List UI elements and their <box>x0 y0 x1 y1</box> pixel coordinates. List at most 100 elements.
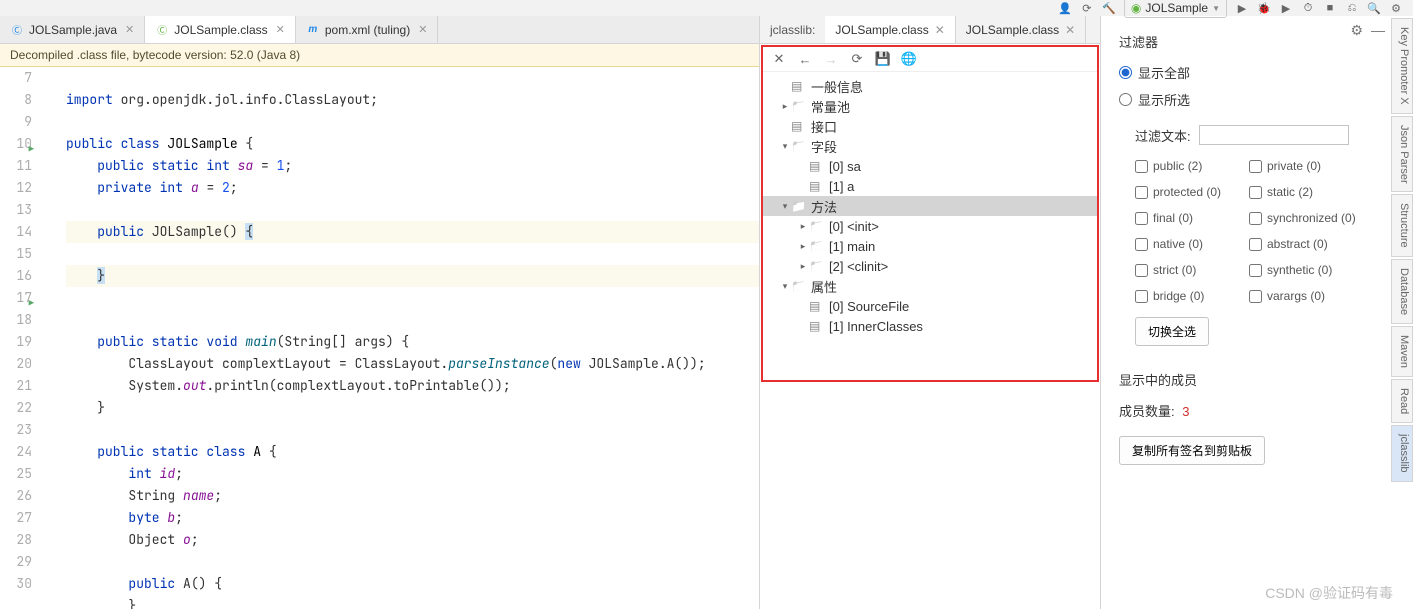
tree-row[interactable]: ▸ [2] <clinit> <box>763 256 1097 276</box>
tree-label: [1] InnerClasses <box>829 319 923 334</box>
modifier-check[interactable]: synchronized (0) <box>1249 211 1369 225</box>
code-content[interactable]: import org.openjdk.jol.info.ClassLayout;… <box>46 67 759 609</box>
check-input[interactable] <box>1135 290 1148 303</box>
forward-icon[interactable]: → <box>823 51 839 67</box>
check-input[interactable] <box>1249 160 1262 173</box>
tree-row[interactable]: [1] a <box>763 176 1097 196</box>
copy-signatures-button[interactable]: 复制所有签名到剪贴板 <box>1119 436 1265 465</box>
profile-icon[interactable]: ⏱ <box>1301 1 1315 15</box>
tab-jolsample-class[interactable]: Ⓒ JOLSample.class ✕ <box>145 16 296 43</box>
close-icon[interactable]: ✕ <box>935 23 945 37</box>
tree-row[interactable]: [0] SourceFile <box>763 296 1097 316</box>
check-input[interactable] <box>1249 290 1262 303</box>
side-tab[interactable]: Read <box>1391 379 1413 423</box>
minimize-icon[interactable]: — <box>1371 22 1385 39</box>
tab-pom-xml[interactable]: m pom.xml (tuling) ✕ <box>296 16 439 43</box>
check-input[interactable] <box>1135 238 1148 251</box>
code-editor[interactable]: 78910▶11121314151617▶1819202122232425262… <box>0 67 759 609</box>
debug-icon[interactable]: 🐞 <box>1257 1 1271 15</box>
expander-icon[interactable]: ▸ <box>797 241 809 252</box>
save-icon[interactable]: 💾 <box>875 51 891 67</box>
tree-row[interactable]: ▾ 字段 <box>763 136 1097 156</box>
gear-icon[interactable]: ⚙ <box>1350 22 1363 39</box>
side-tab[interactable]: Json Parser <box>1391 116 1413 193</box>
check-input[interactable] <box>1249 238 1262 251</box>
expander-icon[interactable]: ▸ <box>779 101 791 112</box>
tree-label: 方法 <box>811 197 837 216</box>
dropdown-icon: ▼ <box>1212 4 1220 13</box>
filter-text-row: 过滤文本: <box>1135 125 1401 145</box>
file-icon <box>809 179 825 193</box>
editor-tabs: Ⓒ JOLSample.java ✕ Ⓒ JOLSample.class ✕ m… <box>0 16 759 44</box>
coverage-icon[interactable]: ▶ <box>1279 1 1293 15</box>
modifier-check[interactable]: synthetic (0) <box>1249 263 1369 277</box>
git-icon[interactable]: ⎌ <box>1345 1 1359 15</box>
modifier-check[interactable]: private (0) <box>1249 159 1369 173</box>
folder-icon <box>791 139 807 153</box>
jclasslib-tab-0[interactable]: JOLSample.class✕ <box>825 16 955 43</box>
expander-icon[interactable]: ▸ <box>797 221 809 232</box>
check-input[interactable] <box>1249 212 1262 225</box>
close-icon[interactable]: ✕ <box>125 23 134 36</box>
class-tree[interactable]: 一般信息 ▸ 常量池 接口 ▾ 字段 [0] sa [1] a ▾ 方法 ▸ [… <box>763 72 1097 340</box>
close-icon[interactable]: ✕ <box>276 23 285 36</box>
tree-label: 字段 <box>811 137 837 156</box>
check-input[interactable] <box>1249 186 1262 199</box>
check-input[interactable] <box>1135 160 1148 173</box>
side-tab[interactable]: Structure <box>1391 194 1413 257</box>
radio-show-selected[interactable]: 显示所选 <box>1119 90 1401 109</box>
jclasslib-tabs: jclasslib: JOLSample.class✕ JOLSample.cl… <box>760 16 1100 44</box>
folder-icon <box>791 279 807 293</box>
tree-row[interactable]: ▸ [0] <init> <box>763 216 1097 236</box>
modifier-check[interactable]: abstract (0) <box>1249 237 1369 251</box>
modifier-check[interactable]: bridge (0) <box>1135 289 1245 303</box>
filter-text-input[interactable] <box>1199 125 1349 145</box>
expander-icon[interactable]: ▸ <box>797 261 809 272</box>
tree-row[interactable]: 接口 <box>763 116 1097 136</box>
radio-input[interactable] <box>1119 93 1132 106</box>
modifier-check[interactable]: static (2) <box>1249 185 1369 199</box>
run-icon[interactable]: ▶ <box>1235 1 1249 15</box>
check-input[interactable] <box>1135 212 1148 225</box>
hammer-icon[interactable]: 🔨 <box>1102 1 1116 15</box>
side-tab[interactable]: Maven <box>1391 326 1413 377</box>
expander-icon[interactable]: ▾ <box>779 281 791 292</box>
modifier-check[interactable]: protected (0) <box>1135 185 1245 199</box>
radio-input[interactable] <box>1119 66 1132 79</box>
tree-row[interactable]: [0] sa <box>763 156 1097 176</box>
expander-icon[interactable]: ▾ <box>779 201 791 212</box>
modifier-check[interactable]: native (0) <box>1135 237 1245 251</box>
side-tab[interactable]: Database <box>1391 259 1413 324</box>
close-icon[interactable]: ✕ <box>1065 23 1075 37</box>
jclasslib-tab-1[interactable]: JOLSample.class✕ <box>956 16 1086 43</box>
tree-row[interactable]: [1] InnerClasses <box>763 316 1097 336</box>
tab-jolsample-java[interactable]: Ⓒ JOLSample.java ✕ <box>0 16 145 43</box>
check-input[interactable] <box>1135 186 1148 199</box>
modifier-check[interactable]: varargs (0) <box>1249 289 1369 303</box>
check-input[interactable] <box>1249 264 1262 277</box>
tree-row[interactable]: ▾ 方法 <box>763 196 1097 216</box>
check-input[interactable] <box>1135 264 1148 277</box>
web-icon[interactable]: 🌐 <box>901 51 917 67</box>
sync-icon[interactable]: ⟳ <box>1080 1 1094 15</box>
radio-show-all[interactable]: 显示全部 <box>1119 63 1401 82</box>
settings-icon[interactable]: ⚙ <box>1389 1 1403 15</box>
close-icon[interactable]: ✕ <box>771 51 787 67</box>
user-icon[interactable]: 👤 <box>1058 1 1072 15</box>
modifier-check[interactable]: final (0) <box>1135 211 1245 225</box>
search-icon[interactable]: 🔍 <box>1367 1 1381 15</box>
stop-icon[interactable]: ■ <box>1323 1 1337 15</box>
expander-icon[interactable]: ▾ <box>779 141 791 152</box>
toggle-all-button[interactable]: 切换全选 <box>1135 317 1209 346</box>
tree-row[interactable]: 一般信息 <box>763 76 1097 96</box>
back-icon[interactable]: ← <box>797 51 813 67</box>
modifier-check[interactable]: strict (0) <box>1135 263 1245 277</box>
side-tab[interactable]: Key Promoter X <box>1391 18 1413 114</box>
refresh-icon[interactable]: ⟳ <box>849 51 865 67</box>
tree-row[interactable]: ▾ 属性 <box>763 276 1097 296</box>
modifier-check[interactable]: public (2) <box>1135 159 1245 173</box>
tree-row[interactable]: ▸ 常量池 <box>763 96 1097 116</box>
close-icon[interactable]: ✕ <box>418 23 427 36</box>
side-tab[interactable]: jclasslib <box>1391 425 1413 482</box>
tree-row[interactable]: ▸ [1] main <box>763 236 1097 256</box>
